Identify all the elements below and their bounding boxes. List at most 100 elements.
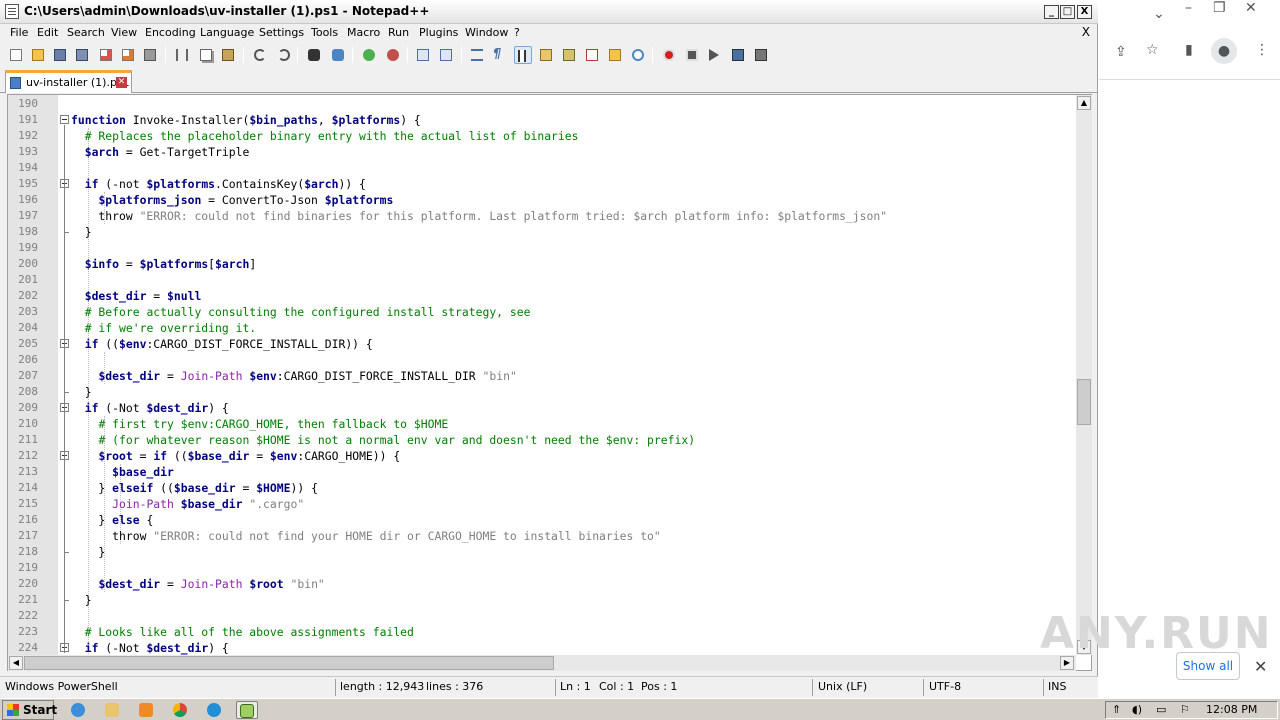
tray-arrow-icon[interactable]: ⇑ [1112,703,1121,716]
vertical-scrollbar[interactable]: ▲ ▼ [1076,95,1092,655]
code-line[interactable]: # Looks like all of the above assignment… [71,624,414,640]
code-line[interactable]: function Invoke-Installer($bin_paths, $p… [71,112,421,128]
bookmark-star-icon[interactable]: ☆ [1146,42,1159,58]
code-line[interactable]: # first try $env:CARGO_HOME, then fallba… [71,416,448,432]
document-map-icon[interactable] [560,46,578,64]
new-file-icon[interactable] [7,46,25,64]
code-line[interactable]: if (($env:CARGO_DIST_FORCE_INSTALL_DIR))… [71,336,373,352]
save-macro-icon[interactable] [752,46,770,64]
browser-minimize-icon[interactable]: – [1185,0,1192,16]
code-line[interactable]: } [71,224,92,240]
sync-vertical-icon[interactable] [414,46,432,64]
browser-restore-icon[interactable]: ❐ [1213,0,1226,16]
menu-encoding[interactable]: Encoding [145,26,196,39]
horizontal-scroll-thumb[interactable] [24,656,554,670]
code-line[interactable]: Join-Path $base_dir ".cargo" [71,496,304,512]
code-line[interactable]: } [71,592,92,608]
copy-icon[interactable] [197,46,215,64]
menu-edit[interactable]: Edit [37,26,58,39]
close-download-bar-icon[interactable]: ✕ [1254,657,1267,676]
code-line[interactable]: # Replaces the placeholder binary entry … [71,128,579,144]
find-icon[interactable] [305,46,323,64]
code-line[interactable]: if (-Not $dest_dir) { [71,400,229,416]
sync-horizontal-icon[interactable] [437,46,455,64]
code-line[interactable]: if (-not $platforms.ContainsKey($arch)) … [71,176,366,192]
stop-macro-icon[interactable] [683,46,701,64]
zoom-out-icon[interactable] [384,46,402,64]
more-menu-icon[interactable]: ⋮ [1255,42,1269,58]
code-line[interactable]: $arch = Get-TargetTriple [71,144,250,160]
zoom-in-icon[interactable] [360,46,378,64]
maximize-button[interactable]: □ [1060,5,1075,19]
code-line[interactable]: $root = if (($base_dir = $env:CARGO_HOME… [71,448,400,464]
play-macro-icon[interactable] [706,46,724,64]
notepadpp-taskbar-icon[interactable] [236,701,258,719]
show-all-downloads-button[interactable]: Show all [1176,652,1240,680]
open-file-icon[interactable] [29,46,47,64]
cut-icon[interactable] [173,46,191,64]
code-line[interactable]: } [71,544,105,560]
menu-search[interactable]: Search [67,26,105,39]
code-line[interactable]: $platforms_json = ConvertTo-Json $platfo… [71,192,393,208]
code-line[interactable]: throw "ERROR: could not find your HOME d… [71,528,661,544]
show-all-characters-icon[interactable]: ¶ [490,46,508,64]
network-icon[interactable]: ▭ [1156,703,1166,716]
code-area[interactable]: function Invoke-Installer($bin_paths, $p… [71,95,1076,655]
code-line[interactable]: $dest_dir = $null [71,288,202,304]
undo-icon[interactable] [251,46,269,64]
code-line[interactable]: # (for whatever reason $HOME is not a no… [71,432,695,448]
menu-help[interactable]: ? [514,26,520,39]
minimize-button[interactable]: _ [1044,5,1059,19]
menu-window[interactable]: Window [465,26,508,39]
title-bar[interactable]: C:\Users\admin\Downloads\uv-installer (1… [0,0,1098,24]
folder-workspace-icon[interactable] [606,46,624,64]
code-line[interactable]: # if we're overriding it. [71,320,256,336]
word-wrap-icon[interactable] [468,46,486,64]
monitoring-icon[interactable] [629,46,647,64]
code-line[interactable]: $base_dir [71,464,174,480]
run-macro-multiple-icon[interactable] [729,46,747,64]
redo-icon[interactable] [275,46,293,64]
menu-run[interactable]: Run [388,26,409,39]
menu-plugins[interactable]: Plugins [419,26,458,39]
start-button[interactable]: Start [2,700,57,720]
code-line[interactable]: $dest_dir = Join-Path $root "bin" [71,576,324,592]
close-file-icon[interactable] [97,46,115,64]
print-icon[interactable] [141,46,159,64]
profile-avatar[interactable]: ● [1211,38,1237,64]
scroll-left-icon[interactable]: ◀ [9,656,23,670]
menu-settings[interactable]: Settings [259,26,304,39]
function-list-icon[interactable] [583,46,601,64]
fold-toggle-icon[interactable] [60,115,69,124]
browser-close-icon[interactable]: ✕ [1245,0,1257,16]
menu-tools[interactable]: Tools [311,26,338,39]
code-line[interactable]: throw "ERROR: could not find binaries fo… [71,208,887,224]
close-all-icon[interactable] [119,46,137,64]
code-line[interactable]: } elseif (($base_dir = $HOME)) { [71,480,318,496]
code-line[interactable]: # Before actually consulting the configu… [71,304,531,320]
tab-close-icon[interactable]: ✕ [116,77,127,88]
ie-icon[interactable] [68,701,90,719]
tab-uv-installer[interactable]: uv-installer (1).ps1 ✕ [5,70,132,93]
indent-guide-icon[interactable] [514,46,532,64]
explorer-icon[interactable] [102,701,124,719]
code-line[interactable]: $info = $platforms[$arch] [71,256,256,272]
record-macro-icon[interactable] [660,46,678,64]
replace-icon[interactable] [329,46,347,64]
user-language-icon[interactable] [537,46,555,64]
paste-icon[interactable] [219,46,237,64]
code-line[interactable]: if (-Not $dest_dir) { [71,640,229,655]
close-document-button[interactable]: X [1082,25,1090,39]
code-line[interactable]: } else { [71,512,153,528]
media-player-icon[interactable] [136,701,158,719]
code-line[interactable]: $dest_dir = Join-Path $env:CARGO_DIST_FO… [71,368,516,384]
menu-macro[interactable]: Macro [347,26,380,39]
code-line[interactable]: } [71,384,92,400]
share-icon[interactable]: ⇪ [1115,44,1127,60]
code-editor[interactable]: 190 191 192 193 194 195 196 197 198 199 200 201 202 2… [7,94,1092,671]
menu-file[interactable]: File [10,26,28,39]
vertical-scroll-thumb[interactable] [1077,379,1091,425]
save-icon[interactable] [51,46,69,64]
close-button[interactable]: X [1077,5,1092,19]
chevron-down-icon[interactable]: ⌄ [1153,6,1165,22]
